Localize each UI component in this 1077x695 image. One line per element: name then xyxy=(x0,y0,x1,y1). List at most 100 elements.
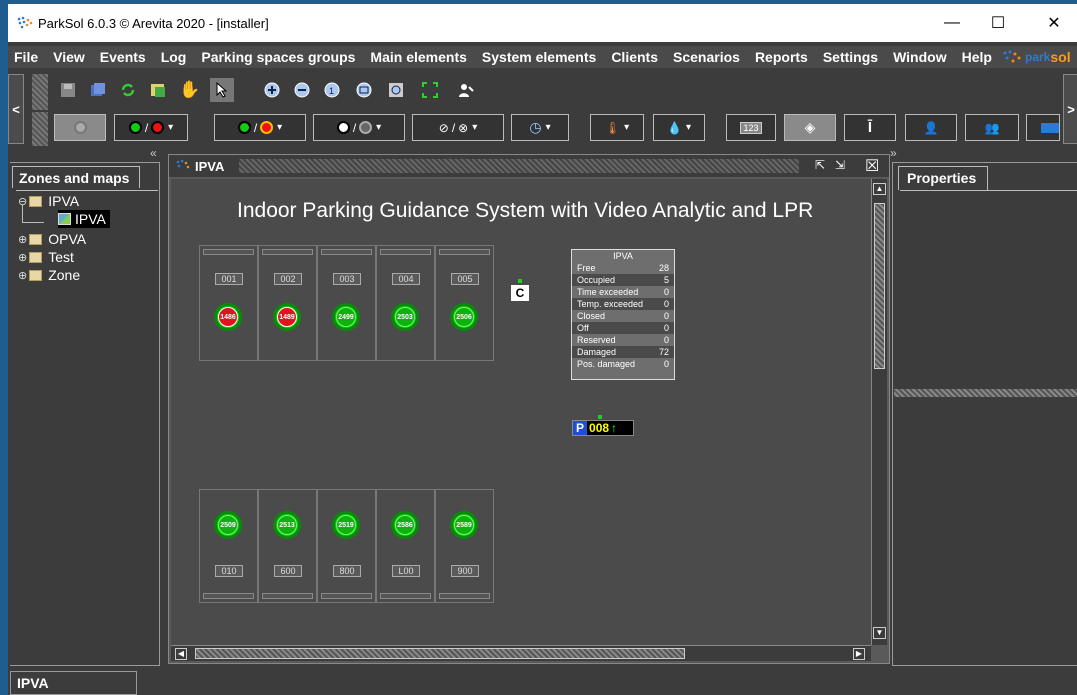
stats-row: Free 28 xyxy=(572,262,674,274)
properties-tab[interactable]: Properties xyxy=(898,166,988,190)
scroll-down-icon[interactable]: ▼ xyxy=(873,627,886,639)
parking-sensor[interactable]: 2519 xyxy=(332,511,360,539)
menu-reports[interactable]: Reports xyxy=(755,49,808,65)
expand-icon: ⊕ xyxy=(18,233,28,246)
tree-item-ipva[interactable]: ⊖ IPVA xyxy=(18,193,79,209)
map-canvas[interactable]: Indoor Parking Guidance System with Vide… xyxy=(171,179,871,645)
zoom-fit-icon[interactable] xyxy=(352,78,376,102)
stats-key: Pos. damaged xyxy=(577,359,636,369)
menu-clients[interactable]: Clients xyxy=(611,49,658,65)
menu-file[interactable]: File xyxy=(14,49,38,65)
maximize-button[interactable]: ☐ xyxy=(975,4,1021,42)
blue-display-button[interactable] xyxy=(1026,114,1060,141)
slot-label: 010 xyxy=(215,565,243,577)
collapse-left-icon[interactable]: « xyxy=(150,146,157,160)
parking-sensor[interactable]: 2499 xyxy=(332,303,360,331)
green-red-filter-button[interactable]: / ▾ xyxy=(114,114,188,141)
tree-item-opva[interactable]: ⊕ OPVA xyxy=(18,231,86,247)
vertical-scrollbar[interactable]: ▲ ▼ xyxy=(871,179,887,645)
parking-display-sign[interactable]: P 008 ↑ xyxy=(572,420,634,436)
restore-frame-icon[interactable]: ⇱ xyxy=(815,158,825,172)
parking-slot[interactable] xyxy=(376,489,435,603)
image-icon[interactable] xyxy=(146,78,170,102)
green-orange-filter-button[interactable]: / ▾ xyxy=(214,114,306,141)
tree-item-ipva-map[interactable]: IPVA xyxy=(58,210,110,228)
menu-system-elements[interactable]: System elements xyxy=(482,49,596,65)
menu-events[interactable]: Events xyxy=(100,49,146,65)
toolbar-scroll-left[interactable]: < xyxy=(8,74,24,144)
parking-sensor[interactable]: 2509 xyxy=(214,511,242,539)
map-frame-header[interactable]: IPVA ⇱ ⇲ ☒ xyxy=(169,155,889,177)
person-button[interactable]: 👤 xyxy=(905,114,957,141)
close-button[interactable]: ✕ xyxy=(1031,4,1077,42)
save-icon[interactable] xyxy=(56,78,80,102)
vertical-scroll-thumb[interactable] xyxy=(874,203,885,369)
toolbar-grip-2[interactable] xyxy=(32,112,48,146)
menu-view[interactable]: View xyxy=(53,49,85,65)
minimize-frame-icon[interactable]: ⇲ xyxy=(835,158,845,172)
parking-slot[interactable] xyxy=(258,489,317,603)
status-filter-off-button[interactable] xyxy=(54,114,106,141)
zoom-reset-icon[interactable]: 1 xyxy=(320,78,344,102)
close-frame-icon[interactable]: ☒ xyxy=(865,156,879,176)
sensor-id: 2509 xyxy=(218,515,238,535)
parking-slot[interactable] xyxy=(317,489,376,603)
menu-help[interactable]: Help xyxy=(962,49,992,65)
parking-sensor[interactable]: 2506 xyxy=(450,303,478,331)
stats-row: Closed 0 xyxy=(572,310,674,322)
location-pin-button[interactable]: ◈ xyxy=(784,114,836,141)
group-button[interactable]: 👥 xyxy=(965,114,1019,141)
parking-sensor[interactable]: 2586 xyxy=(391,511,419,539)
tree-item-zone[interactable]: ⊕ Zone xyxy=(18,267,80,283)
slot-bar xyxy=(321,249,372,255)
disabled-filter-button[interactable]: ⊘ / ⊗ ▾ xyxy=(412,114,504,141)
scroll-left-icon[interactable]: ◀ xyxy=(175,648,187,660)
parking-sensor[interactable]: 1486 xyxy=(214,303,242,331)
menu-window[interactable]: Window xyxy=(893,49,947,65)
parking-slot[interactable] xyxy=(199,489,258,603)
water-filter-button[interactable]: 💧 ▾ xyxy=(653,114,705,141)
tree-item-test[interactable]: ⊕ Test xyxy=(18,249,74,265)
minimize-button[interactable]: — xyxy=(929,4,975,42)
save-all-icon[interactable] xyxy=(86,78,110,102)
clock-filter-button[interactable]: ◷ ▾ xyxy=(511,114,569,141)
hand-pan-icon[interactable]: ✋ xyxy=(178,78,202,102)
scroll-up-icon[interactable]: ▲ xyxy=(873,183,886,195)
stats-value: 5 xyxy=(663,275,669,285)
slot-label: 005 xyxy=(451,273,479,285)
parking-sensor[interactable]: 1489 xyxy=(273,303,301,331)
properties-splitter[interactable] xyxy=(894,389,1077,397)
horizontal-scrollbar[interactable]: ◀ ▶ xyxy=(171,645,871,661)
controller-icon[interactable]: C xyxy=(511,285,529,301)
parking-sensor[interactable]: 2589 xyxy=(450,511,478,539)
controller-status-dot xyxy=(518,279,522,283)
refresh-icon[interactable] xyxy=(116,78,140,102)
display-counter-button[interactable]: 123 xyxy=(726,114,776,141)
collapse-right-icon[interactable]: » xyxy=(890,146,897,160)
zoom-in-icon[interactable] xyxy=(260,78,284,102)
stats-panel[interactable]: IPVA Free 28 Occupied 5 Time exceeded 0 Temp. … xyxy=(571,249,675,380)
tree-item-label: Zone xyxy=(48,267,81,283)
menu-scenarios[interactable]: Scenarios xyxy=(673,49,740,65)
zones-and-maps-tab[interactable]: Zones and maps xyxy=(12,166,140,188)
toolbar-grip[interactable] xyxy=(32,74,48,110)
menu-settings[interactable]: Settings xyxy=(823,49,878,65)
zoom-window-icon[interactable] xyxy=(384,78,408,102)
zoom-out-icon[interactable] xyxy=(290,78,314,102)
white-gray-filter-button[interactable]: / ▾ xyxy=(313,114,405,141)
horizontal-scroll-thumb[interactable] xyxy=(195,648,685,659)
menu-main-elements[interactable]: Main elements xyxy=(370,49,466,65)
temperature-filter-button[interactable]: 🌡 ▾ xyxy=(590,114,644,141)
sensor-id: 2513 xyxy=(277,515,297,535)
parking-sensor[interactable]: 2503 xyxy=(391,303,419,331)
fullscreen-icon[interactable] xyxy=(418,78,442,102)
scroll-right-icon[interactable]: ▶ xyxy=(853,648,865,660)
parking-slot[interactable] xyxy=(435,489,494,603)
toolbar-scroll-right[interactable]: > xyxy=(1063,74,1077,144)
pointer-select-icon[interactable] xyxy=(210,78,234,102)
barrier-button[interactable]: Ī xyxy=(844,114,896,141)
user-settings-icon[interactable] xyxy=(454,78,478,102)
menu-parking-spaces-groups[interactable]: Parking spaces groups xyxy=(201,49,355,65)
parking-sensor[interactable]: 2513 xyxy=(273,511,301,539)
menu-log[interactable]: Log xyxy=(161,49,187,65)
